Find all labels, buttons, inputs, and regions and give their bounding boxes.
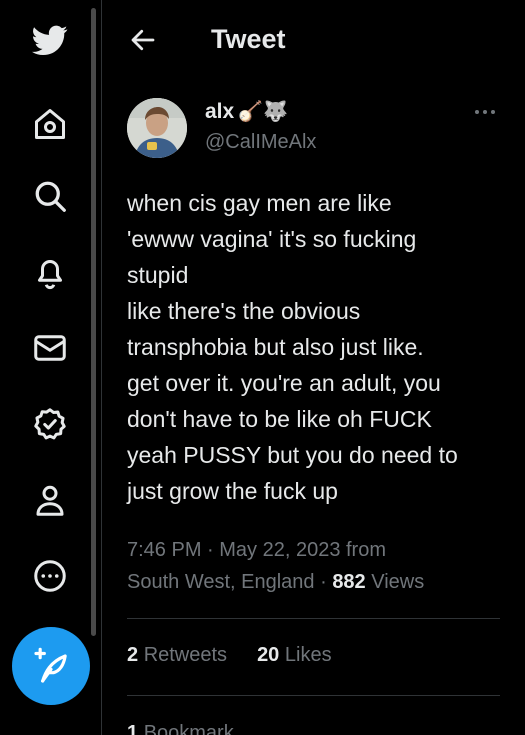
bookmarks-label: Bookmark — [143, 722, 234, 735]
divider — [127, 695, 500, 696]
retweets-label: Retweets — [143, 644, 228, 666]
home-icon[interactable] — [28, 102, 72, 146]
arrow-left-icon — [131, 29, 155, 51]
views-count: 882 — [332, 571, 366, 593]
author-handle[interactable]: @CalIMeAlx — [205, 131, 316, 154]
twitter-bird-icon[interactable] — [28, 18, 72, 62]
tweet-location: South West, England · — [127, 571, 333, 593]
compose-tweet-button[interactable] — [12, 627, 90, 705]
sidebar-nav — [0, 0, 101, 735]
retweets-count: 2 — [127, 644, 139, 666]
tweet-timestamp[interactable]: 7:46 PM · May 22, 2023 from — [127, 539, 386, 561]
bookmarks-stat[interactable]: 1 Bookmark — [127, 722, 234, 735]
views-label: Views — [371, 571, 425, 593]
more-horizontal-icon — [475, 110, 495, 114]
tweet-meta: 7:46 PM · May 22, 2023 from South West, … — [127, 534, 507, 598]
feather-plus-icon — [34, 647, 67, 683]
retweets-stat[interactable]: 2 Retweets — [127, 644, 227, 667]
column-divider — [101, 0, 102, 735]
page-title: Tweet — [211, 24, 286, 54]
more-circle-icon[interactable] — [28, 554, 72, 598]
mail-icon[interactable] — [28, 326, 72, 370]
scrollbar[interactable] — [91, 8, 96, 636]
more-options-button[interactable] — [472, 100, 498, 124]
likes-count: 20 — [257, 644, 280, 666]
search-icon[interactable] — [28, 174, 72, 218]
bookmarks-count: 1 — [127, 722, 139, 735]
tweet-text: when cis gay men are like 'ewww vagina' … — [127, 190, 458, 504]
likes-stat[interactable]: 20 Likes — [257, 644, 332, 667]
author-emojis: 🪕🐺 — [238, 101, 289, 123]
avatar[interactable] — [127, 98, 187, 158]
author-name[interactable]: alx 🪕🐺 — [205, 100, 288, 124]
divider — [127, 618, 500, 619]
likes-label: Likes — [284, 644, 332, 666]
bell-icon[interactable] — [28, 250, 72, 294]
back-button[interactable] — [128, 25, 158, 55]
verified-badge-icon[interactable] — [28, 402, 72, 446]
engagement-stats: 2 Retweets 20 Likes — [127, 644, 332, 667]
author-display-name: alx — [205, 100, 235, 123]
person-icon[interactable] — [28, 478, 72, 522]
